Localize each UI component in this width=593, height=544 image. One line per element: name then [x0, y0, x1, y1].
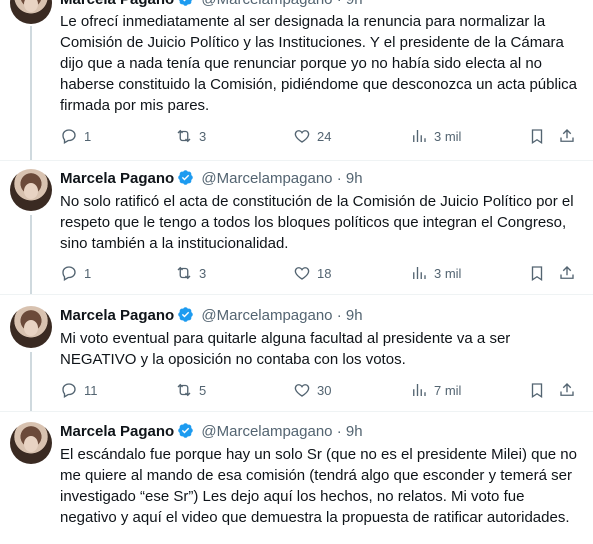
thread-line [30, 26, 32, 160]
share-icon [560, 383, 574, 396]
like-button[interactable]: 24 [293, 126, 331, 146]
reply-button[interactable]: 1 [60, 126, 91, 146]
share-button[interactable] [558, 126, 576, 146]
reply-count: 1 [84, 128, 92, 144]
reply-count: 11 [84, 382, 98, 398]
author-handle[interactable]: @Marcelampagano [201, 423, 332, 440]
retweet-icon [177, 129, 191, 143]
heart-icon [294, 267, 310, 280]
share-button[interactable] [558, 263, 576, 283]
bookmark-icon [531, 129, 543, 145]
bookmark-button[interactable] [528, 126, 546, 146]
action-bar: 11 5 30 7 mil [60, 380, 580, 400]
share-icon [560, 266, 574, 279]
retweet-count: 3 [199, 128, 207, 144]
tweet-2[interactable]: Marcela Pagano @Marcelampagano · 9h No s… [0, 161, 593, 294]
tweet-text: Le ofrecí inmediatamente al ser designad… [60, 13, 577, 114]
author-name[interactable]: Marcela Pagano [60, 0, 174, 8]
retweet-button[interactable]: 3 [175, 126, 206, 146]
tweet-text: El escándalo fue porque hay un solo Sr (… [60, 446, 577, 526]
like-button[interactable]: 18 [293, 263, 331, 283]
views-button[interactable]: 7 mil [410, 380, 461, 400]
views-count: 3 mil [434, 128, 462, 144]
reply-count: 1 [84, 265, 92, 281]
separator-dot: · [336, 307, 342, 324]
reply-button[interactable]: 1 [60, 263, 91, 283]
tweet-text: No solo ratificó el acta de constitución… [60, 193, 574, 252]
views-icon [413, 267, 426, 279]
share-button[interactable] [558, 380, 576, 400]
separator-dot: · [336, 423, 342, 440]
views-button[interactable]: 3 mil [410, 126, 461, 146]
retweet-icon [177, 266, 191, 280]
avatar[interactable] [10, 306, 52, 348]
author-name[interactable]: Marcela Pagano [60, 170, 174, 187]
tweet-1[interactable]: Marcela Pagano @Marcelampagano · 9h Le o… [0, 0, 593, 160]
like-button[interactable]: 30 [293, 380, 331, 400]
retweet-icon [177, 383, 191, 397]
author-name[interactable]: Marcela Pagano [60, 423, 174, 440]
retweet-count: 3 [199, 265, 207, 281]
timestamp[interactable]: 9h [346, 0, 363, 8]
tweet-header: Marcela Pagano @Marcelampagano · 9h [60, 306, 363, 329]
verified-badge-icon [177, 169, 194, 192]
author-name[interactable]: Marcela Pagano [60, 307, 174, 324]
timestamp[interactable]: 9h [346, 307, 363, 324]
reply-icon [62, 129, 76, 144]
bookmark-button[interactable] [528, 380, 546, 400]
thread-line [30, 215, 32, 294]
heart-icon [294, 384, 310, 397]
author-handle[interactable]: @Marcelampagano [201, 170, 332, 187]
views-icon [413, 384, 426, 396]
avatar[interactable] [10, 422, 52, 464]
avatar[interactable] [10, 169, 52, 211]
separator-dot: · [336, 170, 342, 187]
heart-icon [294, 130, 310, 143]
author-handle[interactable]: @Marcelampagano [201, 307, 332, 324]
bookmark-icon [531, 266, 543, 282]
views-icon [413, 130, 426, 142]
share-icon [560, 129, 574, 142]
views-button[interactable]: 3 mil [410, 263, 461, 283]
verified-badge-icon [177, 422, 194, 445]
retweet-button[interactable]: 3 [175, 263, 206, 283]
tweet-3[interactable]: Marcela Pagano @Marcelampagano · 9h Mi v… [0, 295, 593, 411]
avatar[interactable] [10, 0, 52, 24]
views-count: 3 mil [434, 265, 462, 281]
verified-badge-icon [177, 306, 194, 329]
thread-line [30, 352, 32, 411]
timestamp[interactable]: 9h [346, 170, 363, 187]
reply-icon [62, 266, 76, 281]
tweet-header: Marcela Pagano @Marcelampagano · 9h [60, 169, 363, 192]
retweet-button[interactable]: 5 [175, 380, 206, 400]
like-count: 30 [317, 382, 332, 398]
views-count: 7 mil [434, 382, 462, 398]
action-bar: 1 3 18 3 mil [60, 263, 580, 283]
reply-icon [62, 383, 76, 398]
bookmark-icon [531, 383, 543, 399]
tweet-4[interactable]: Marcela Pagano @Marcelampagano · 9h El e… [0, 412, 593, 544]
like-count: 24 [317, 128, 332, 144]
tweet-text: Mi voto eventual para quitarle alguna fa… [60, 330, 511, 368]
action-bar: 1 3 24 3 mil [60, 126, 580, 146]
retweet-count: 5 [199, 382, 207, 398]
timestamp[interactable]: 9h [346, 423, 363, 440]
like-count: 18 [317, 265, 332, 281]
tweet-header: Marcela Pagano @Marcelampagano · 9h [60, 422, 363, 445]
reply-button[interactable]: 11 [60, 380, 98, 400]
bookmark-button[interactable] [528, 263, 546, 283]
author-handle[interactable]: @Marcelampagano [201, 0, 332, 8]
separator-dot: · [337, 0, 342, 8]
